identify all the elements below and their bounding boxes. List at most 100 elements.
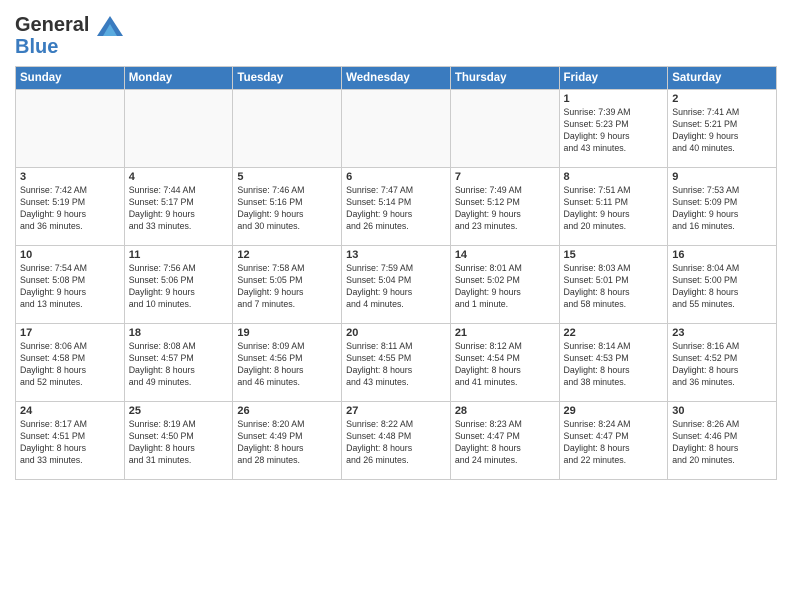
day-info: Sunrise: 7:49 AM Sunset: 5:12 PM Dayligh… bbox=[455, 185, 555, 233]
calendar-cell: 25Sunrise: 8:19 AM Sunset: 4:50 PM Dayli… bbox=[124, 402, 233, 480]
day-number: 4 bbox=[129, 171, 229, 183]
calendar-cell: 20 Sunrise: 8:11 AM Sunset: 4:55 PM Dayli… bbox=[342, 324, 451, 402]
day-number: 27 bbox=[346, 405, 446, 417]
calendar-cell: 3Sunrise: 7:42 AM Sunset: 5:19 PM Daylig… bbox=[16, 168, 125, 246]
calendar-cell bbox=[233, 90, 342, 168]
weekday-header-thursday: Thursday bbox=[450, 67, 559, 90]
day-number: 11 bbox=[129, 249, 229, 261]
day-info: Sunrise: 8:12 AM Sunset: 4:54 PM Dayligh… bbox=[455, 341, 555, 389]
day-number: 24 bbox=[20, 405, 120, 417]
weekday-header-row: SundayMondayTuesdayWednesdayThursdayFrid… bbox=[16, 67, 777, 90]
calendar-cell: 15 Sunrise: 8:03 AM Sunset: 5:01 PM Dayli… bbox=[559, 246, 668, 324]
calendar-cell: 30 Sunrise: 8:26 AM Sunset: 4:46 PM Dayli… bbox=[668, 402, 777, 480]
weekday-header-tuesday: Tuesday bbox=[233, 67, 342, 90]
calendar-cell bbox=[342, 90, 451, 168]
calendar-cell: 21 Sunrise: 8:12 AM Sunset: 4:54 PM Dayli… bbox=[450, 324, 559, 402]
day-number: 23 bbox=[672, 327, 772, 339]
logo-text: General Blue bbox=[15, 14, 123, 58]
day-number: 21 bbox=[455, 327, 555, 339]
day-number: 6 bbox=[346, 171, 446, 183]
day-number: 16 bbox=[672, 249, 772, 261]
calendar-cell: 17 Sunrise: 8:06 AM Sunset: 4:58 PM Dayli… bbox=[16, 324, 125, 402]
week-row-5: 24 Sunrise: 8:17 AM Sunset: 4:51 PM Dayli… bbox=[16, 402, 777, 480]
day-info: Sunrise: 8:11 AM Sunset: 4:55 PM Dayligh… bbox=[346, 341, 446, 389]
day-info: Sunrise: 8:03 AM Sunset: 5:01 PM Dayligh… bbox=[564, 263, 664, 311]
day-info: Sunrise: 8:04 AM Sunset: 5:00 PM Dayligh… bbox=[672, 263, 772, 311]
day-info: Sunrise: 7:44 AM Sunset: 5:17 PM Dayligh… bbox=[129, 185, 229, 233]
day-info: Sunrise: 7:39 AM Sunset: 5:23 PM Dayligh… bbox=[564, 107, 664, 155]
day-number: 10 bbox=[20, 249, 120, 261]
calendar-table: SundayMondayTuesdayWednesdayThursdayFrid… bbox=[15, 66, 777, 480]
calendar-cell: 4 Sunrise: 7:44 AM Sunset: 5:17 PM Daylig… bbox=[124, 168, 233, 246]
calendar-cell: 16 Sunrise: 8:04 AM Sunset: 5:00 PM Dayli… bbox=[668, 246, 777, 324]
day-info: Sunrise: 8:01 AM Sunset: 5:02 PM Dayligh… bbox=[455, 263, 555, 311]
day-number: 17 bbox=[20, 327, 120, 339]
day-info: Sunrise: 7:58 AM Sunset: 5:05 PM Dayligh… bbox=[237, 263, 337, 311]
day-number: 28 bbox=[455, 405, 555, 417]
week-row-4: 17 Sunrise: 8:06 AM Sunset: 4:58 PM Dayli… bbox=[16, 324, 777, 402]
day-info: Sunrise: 7:47 AM Sunset: 5:14 PM Dayligh… bbox=[346, 185, 446, 233]
day-info: Sunrise: 7:42 AM Sunset: 5:19 PM Dayligh… bbox=[20, 185, 120, 233]
calendar-cell: 13 Sunrise: 7:59 AM Sunset: 5:04 PM Dayli… bbox=[342, 246, 451, 324]
calendar-cell: 2 Sunrise: 7:41 AM Sunset: 5:21 PM Daylig… bbox=[668, 90, 777, 168]
day-number: 19 bbox=[237, 327, 337, 339]
day-number: 13 bbox=[346, 249, 446, 261]
day-number: 14 bbox=[455, 249, 555, 261]
day-info: Sunrise: 8:20 AM Sunset: 4:49 PM Dayligh… bbox=[237, 419, 337, 467]
day-number: 26 bbox=[237, 405, 337, 417]
day-info: Sunrise: 8:08 AM Sunset: 4:57 PM Dayligh… bbox=[129, 341, 229, 389]
calendar-cell: 27 Sunrise: 8:22 AM Sunset: 4:48 PM Dayli… bbox=[342, 402, 451, 480]
calendar-cell: 6 Sunrise: 7:47 AM Sunset: 5:14 PM Daylig… bbox=[342, 168, 451, 246]
day-info: Sunrise: 8:22 AM Sunset: 4:48 PM Dayligh… bbox=[346, 419, 446, 467]
calendar-cell: 8Sunrise: 7:51 AM Sunset: 5:11 PM Daylig… bbox=[559, 168, 668, 246]
calendar-cell: 7 Sunrise: 7:49 AM Sunset: 5:12 PM Daylig… bbox=[450, 168, 559, 246]
day-info: Sunrise: 8:09 AM Sunset: 4:56 PM Dayligh… bbox=[237, 341, 337, 389]
day-info: Sunrise: 7:59 AM Sunset: 5:04 PM Dayligh… bbox=[346, 263, 446, 311]
week-row-2: 3Sunrise: 7:42 AM Sunset: 5:19 PM Daylig… bbox=[16, 168, 777, 246]
day-number: 30 bbox=[672, 405, 772, 417]
day-info: Sunrise: 7:54 AM Sunset: 5:08 PM Dayligh… bbox=[20, 263, 120, 311]
logo: General Blue bbox=[15, 14, 123, 58]
day-number: 7 bbox=[455, 171, 555, 183]
day-number: 20 bbox=[346, 327, 446, 339]
calendar-cell bbox=[450, 90, 559, 168]
calendar-cell: 10 Sunrise: 7:54 AM Sunset: 5:08 PM Dayli… bbox=[16, 246, 125, 324]
day-info: Sunrise: 7:53 AM Sunset: 5:09 PM Dayligh… bbox=[672, 185, 772, 233]
day-info: Sunrise: 8:26 AM Sunset: 4:46 PM Dayligh… bbox=[672, 419, 772, 467]
calendar-cell: 29Sunrise: 8:24 AM Sunset: 4:47 PM Dayli… bbox=[559, 402, 668, 480]
day-info: Sunrise: 8:06 AM Sunset: 4:58 PM Dayligh… bbox=[20, 341, 120, 389]
calendar-cell: 19 Sunrise: 8:09 AM Sunset: 4:56 PM Dayli… bbox=[233, 324, 342, 402]
day-info: Sunrise: 7:56 AM Sunset: 5:06 PM Dayligh… bbox=[129, 263, 229, 311]
day-info: Sunrise: 7:41 AM Sunset: 5:21 PM Dayligh… bbox=[672, 107, 772, 155]
day-number: 29 bbox=[564, 405, 664, 417]
calendar-cell: 23 Sunrise: 8:16 AM Sunset: 4:52 PM Dayli… bbox=[668, 324, 777, 402]
calendar-cell: 18Sunrise: 8:08 AM Sunset: 4:57 PM Dayli… bbox=[124, 324, 233, 402]
day-number: 12 bbox=[237, 249, 337, 261]
weekday-header-sunday: Sunday bbox=[16, 67, 125, 90]
calendar-cell: 12 Sunrise: 7:58 AM Sunset: 5:05 PM Dayli… bbox=[233, 246, 342, 324]
day-info: Sunrise: 8:23 AM Sunset: 4:47 PM Dayligh… bbox=[455, 419, 555, 467]
calendar-cell: 28 Sunrise: 8:23 AM Sunset: 4:47 PM Dayli… bbox=[450, 402, 559, 480]
day-info: Sunrise: 8:17 AM Sunset: 4:51 PM Dayligh… bbox=[20, 419, 120, 467]
calendar-cell: 22Sunrise: 8:14 AM Sunset: 4:53 PM Dayli… bbox=[559, 324, 668, 402]
calendar-cell: 1 Sunrise: 7:39 AM Sunset: 5:23 PM Daylig… bbox=[559, 90, 668, 168]
day-number: 9 bbox=[672, 171, 772, 183]
week-row-1: 1 Sunrise: 7:39 AM Sunset: 5:23 PM Daylig… bbox=[16, 90, 777, 168]
day-number: 1 bbox=[564, 93, 664, 105]
page-container: General Blue SundayMondayTuesd bbox=[0, 0, 792, 485]
logo-icon bbox=[97, 16, 123, 36]
weekday-header-friday: Friday bbox=[559, 67, 668, 90]
calendar-cell bbox=[124, 90, 233, 168]
day-info: Sunrise: 8:16 AM Sunset: 4:52 PM Dayligh… bbox=[672, 341, 772, 389]
day-info: Sunrise: 8:14 AM Sunset: 4:53 PM Dayligh… bbox=[564, 341, 664, 389]
day-number: 5 bbox=[237, 171, 337, 183]
weekday-header-monday: Monday bbox=[124, 67, 233, 90]
calendar-cell: 14 Sunrise: 8:01 AM Sunset: 5:02 PM Dayli… bbox=[450, 246, 559, 324]
header: General Blue bbox=[15, 10, 777, 58]
weekday-header-wednesday: Wednesday bbox=[342, 67, 451, 90]
day-number: 15 bbox=[564, 249, 664, 261]
day-info: Sunrise: 7:46 AM Sunset: 5:16 PM Dayligh… bbox=[237, 185, 337, 233]
day-number: 2 bbox=[672, 93, 772, 105]
calendar-cell bbox=[16, 90, 125, 168]
day-info: Sunrise: 7:51 AM Sunset: 5:11 PM Dayligh… bbox=[564, 185, 664, 233]
